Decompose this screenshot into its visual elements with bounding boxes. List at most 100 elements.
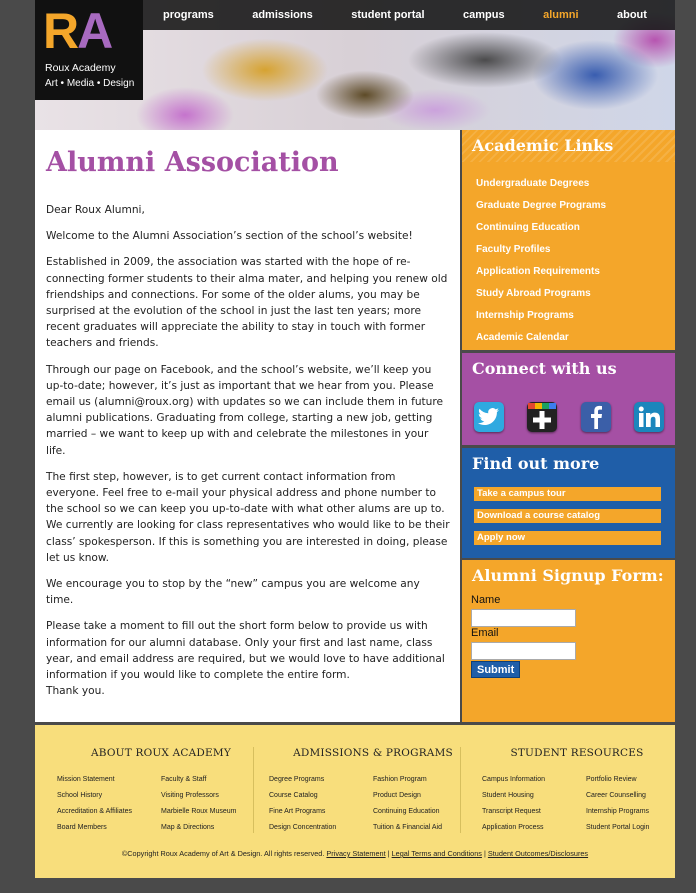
name-field[interactable] [471,609,576,627]
alumni-signup-box: Alumni Signup Form: Name Email Submit [462,560,675,722]
footer-link[interactable]: Internship Programs [586,804,690,820]
footer-link[interactable]: Campus Information [482,772,586,788]
main-content: Alumni Association Dear Roux Alumni, Wel… [35,130,460,722]
list-item: Internship Programs [476,302,675,324]
footer-divider [460,747,461,833]
email-label: Email [471,627,499,639]
footer-link[interactable]: Marbielle Roux Museum [161,804,265,820]
footer-link[interactable]: Mission Statement [57,772,161,788]
link-faculty-profiles[interactable]: Faculty Profiles [476,244,550,255]
paragraph-thanks: Thank you. [46,685,105,698]
link-internship-programs[interactable]: Internship Programs [476,310,574,321]
list-item: Continuing Education [476,214,675,236]
footer-link[interactable]: Continuing Education [373,804,477,820]
logo-subtitle: Art • Media • Design [45,78,135,89]
footer-link[interactable]: Student Portal Login [586,820,690,836]
link-graduate-degree-programs[interactable]: Graduate Degree Programs [476,200,606,211]
privacy-statement-link[interactable]: Privacy Statement [326,849,385,858]
academic-links-list: Undergraduate Degrees Graduate Degree Pr… [462,170,675,346]
google-plus-icon[interactable] [527,402,558,432]
linkedin-icon[interactable] [633,402,664,432]
facebook-icon[interactable] [580,402,611,432]
campus-tour-button[interactable]: Take a campus tour [474,487,661,501]
link-study-abroad[interactable]: Study Abroad Programs [476,288,591,299]
apply-now-button[interactable]: Apply now [474,531,661,545]
logo-mark: RA [43,3,113,59]
copyright-text: ©Copyright Roux Academy of Art & Design.… [121,849,325,858]
footer-link[interactable]: Design Concentration [269,820,373,836]
find-out-more-title: Find out more [472,454,600,473]
paragraph-first-step: The first step, however, is to get curre… [46,470,450,564]
footer-links: Mission Statement Faculty & Staff School… [57,772,265,836]
nav-alumni[interactable]: alumni [543,9,578,21]
footer-link[interactable]: Fine Art Programs [269,804,373,820]
footer-column-admissions: ADMISSIONS & PROGRAMS Degree Programs Fa… [269,747,477,831]
footer-link[interactable]: Student Housing [482,788,586,804]
footer-link[interactable]: Board Members [57,820,161,836]
footer-links: Campus Information Portfolio Review Stud… [482,772,690,836]
nav-student-portal[interactable]: student portal [351,9,424,21]
footer-link[interactable]: Degree Programs [269,772,373,788]
footer-link[interactable]: Product Design [373,788,477,804]
link-academic-calendar[interactable]: Academic Calendar [476,332,569,343]
footer-heading: ADMISSIONS & PROGRAMS [293,747,453,759]
footer-heading: STUDENT RESOURCES [510,747,644,759]
sidebar: Academic Links Undergraduate Degrees Gra… [462,130,675,722]
footer-column-about: ABOUT ROUX ACADEMY Mission Statement Fac… [57,747,265,831]
separator: | [483,849,486,858]
list-item: Study Abroad Programs [476,280,675,302]
footer-link[interactable]: Application Process [482,820,586,836]
paragraph-welcome: Welcome to the Alumni Association’s sect… [46,230,413,243]
paragraph-greeting: Dear Roux Alumni, [46,204,145,216]
download-catalog-button[interactable]: Download a course catalog [474,509,661,523]
list-item: Undergraduate Degrees [476,170,675,192]
legal-terms-link[interactable]: Legal Terms and Conditions [392,849,482,858]
student-outcomes-link[interactable]: Student Outcomes/Disclosures [488,849,588,858]
footer-links: Degree Programs Fashion Program Course C… [269,772,477,836]
link-application-requirements[interactable]: Application Requirements [476,266,600,277]
footer-link[interactable]: Career Counselling [586,788,690,804]
logo-name: Roux Academy [45,62,116,74]
footer-link[interactable]: Fashion Program [373,772,477,788]
list-item: Academic Calendar [476,324,675,346]
academic-links-box: Academic Links Undergraduate Degrees Gra… [462,130,675,350]
twitter-icon[interactable] [474,402,504,432]
header-banner: RA Roux Academy Art • Media • Design pro… [35,0,675,130]
footer-link[interactable]: Accreditation & Affiliates [57,804,161,820]
paragraph-history: Established in 2009, the association was… [46,256,448,350]
footer-link[interactable]: School History [57,788,161,804]
signup-title: Alumni Signup Form: [472,566,664,585]
logo[interactable]: RA Roux Academy Art • Media • Design [35,0,143,100]
list-item: Faculty Profiles [476,236,675,258]
footer-link[interactable]: Course Catalog [269,788,373,804]
link-undergraduate-degrees[interactable]: Undergraduate Degrees [476,178,589,189]
separator: | [387,849,390,858]
nav-programs[interactable]: programs [163,9,214,21]
footer-column-student: STUDENT RESOURCES Campus Information Por… [482,747,672,831]
social-icons [474,402,664,432]
footer-link[interactable]: Tuition & Financial Aid [373,820,477,836]
paragraph-campus: We encourage you to stop by the “new” ca… [46,578,420,607]
nav-admissions[interactable]: admissions [252,9,313,21]
paragraph-form: Please take a moment to fill out the sho… [46,620,445,682]
connect-box: Connect with us [462,353,675,445]
nav-about[interactable]: about [617,9,647,21]
link-continuing-education[interactable]: Continuing Education [476,222,580,233]
footer-link[interactable]: Faculty & Staff [161,772,265,788]
copyright: ©Copyright Roux Academy of Art & Design.… [35,849,675,858]
footer: ABOUT ROUX ACADEMY Mission Statement Fac… [35,725,675,878]
name-label: Name [471,594,501,606]
email-field[interactable] [471,642,576,660]
connect-title: Connect with us [472,359,617,378]
footer-link[interactable]: Map & Directions [161,820,265,836]
paragraph-facebook: Through our page on Facebook, and the sc… [46,363,444,457]
academic-links-title: Academic Links [462,130,675,162]
main-nav: programs admissions student portal campu… [143,0,675,30]
submit-button[interactable]: Submit [471,661,521,678]
footer-link[interactable]: Transcript Request [482,804,586,820]
footer-link[interactable]: Visiting Professors [161,788,265,804]
nav-campus[interactable]: campus [463,9,505,21]
footer-link[interactable]: Portfolio Review [586,772,690,788]
list-item: Graduate Degree Programs [476,192,675,214]
footer-heading: ABOUT ROUX ACADEMY [90,747,232,759]
